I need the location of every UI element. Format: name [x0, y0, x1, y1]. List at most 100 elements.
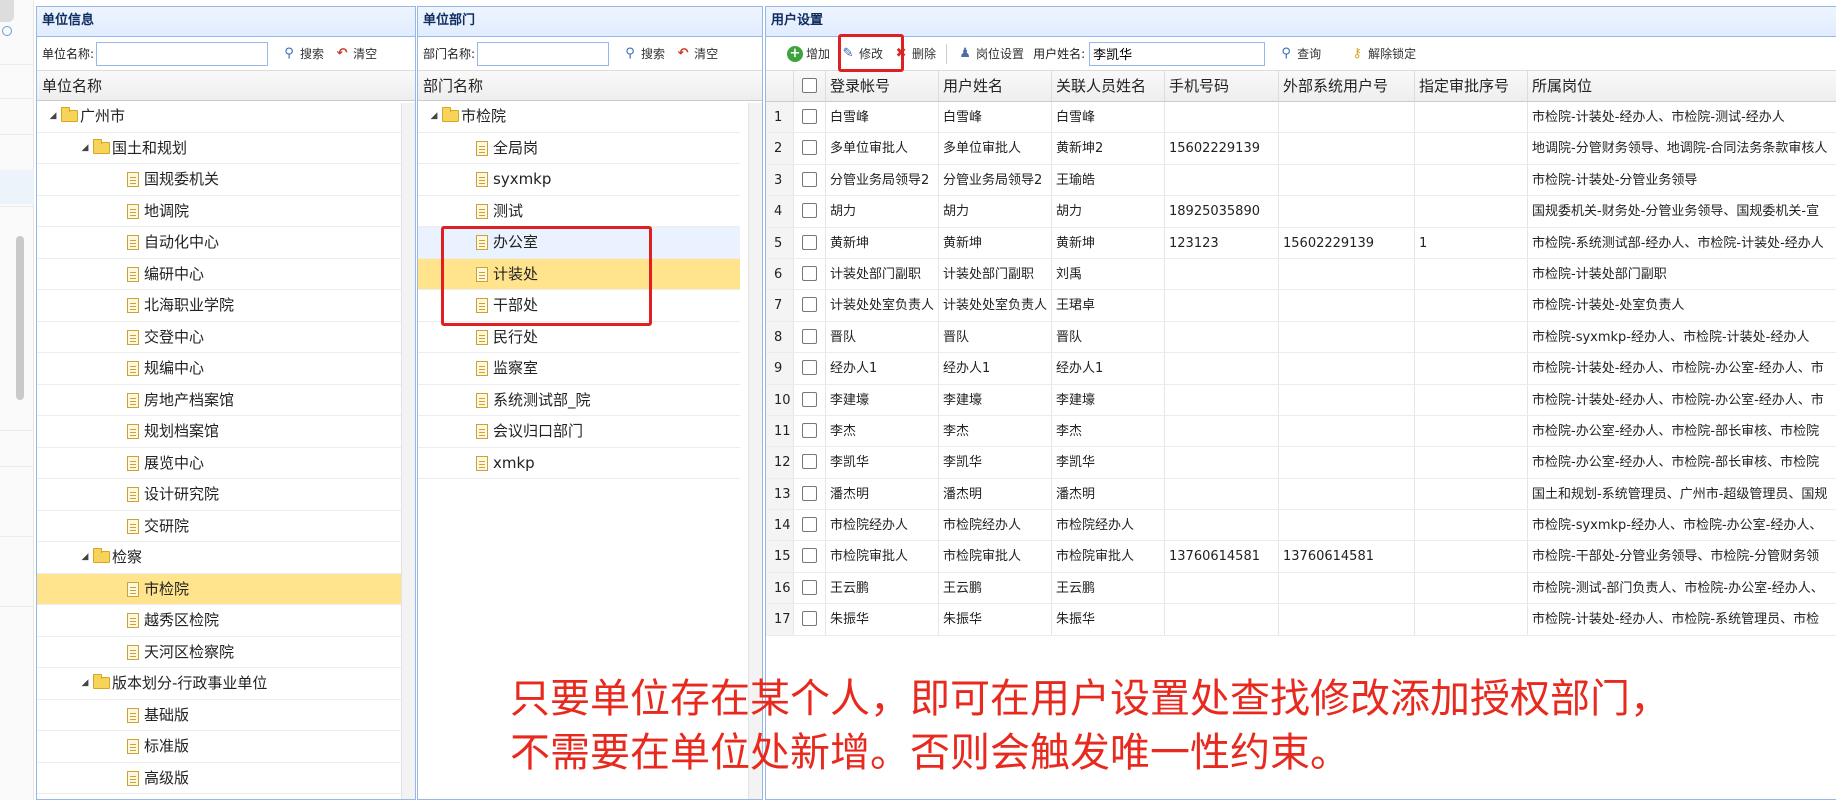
table-row[interactable]: 7 计装处处室负责人 计装处处室负责人 王珺卓 市检院-计装处-处室负责人 — [766, 290, 1836, 322]
tree-leaf-node[interactable]: 监察室 — [418, 353, 740, 385]
tree-leaf-node[interactable]: 高级版 — [37, 763, 403, 794]
tree-leaf-node[interactable]: 交登中心 — [37, 322, 403, 353]
row-checkbox[interactable] — [802, 422, 817, 438]
col-external-id[interactable]: 外部系统用户号 — [1279, 71, 1415, 101]
tree-leaf-node[interactable]: 系统测试部_院 — [418, 385, 740, 416]
unit-search-button[interactable]: ⚲ 搜索 — [276, 40, 329, 68]
tree-folder-node[interactable]: ◢ 市检院 — [418, 101, 740, 133]
tree-folder-node[interactable]: ◢ 版本划分-行政事业单位 — [37, 668, 403, 700]
query-button[interactable]: ⚲ 查询 — [1273, 40, 1326, 68]
row-checkbox[interactable] — [802, 234, 817, 250]
avatar — [0, 0, 14, 22]
tree-leaf-node[interactable]: 编研中心 — [37, 259, 403, 290]
table-row[interactable]: 13 潘杰明 潘杰明 潘杰明 国土和规划-系统管理员、广州市-超级管理员、国规 — [766, 478, 1836, 511]
row-checkbox[interactable] — [802, 140, 817, 156]
table-row[interactable]: 14 市检院经办人 市检院经办人 市检院经办人 市检院-syxmkp-经办人、市检院-办… — [766, 510, 1836, 542]
table-row[interactable]: 6 计装处部门副职 计装处部门副职 刘禹 市检院-计装处部门副职 — [766, 258, 1836, 291]
tree-leaf-node[interactable]: 地调院 — [37, 196, 403, 227]
dept-name-input[interactable] — [477, 41, 610, 66]
tree-leaf-node[interactable]: 干部处 — [418, 290, 740, 322]
row-checkbox[interactable] — [802, 579, 817, 595]
delete-button[interactable]: ✖ 删除 — [888, 40, 941, 68]
col-login[interactable]: 登录帐号 — [826, 71, 939, 101]
tree-leaf-node[interactable]: 展览中心 — [37, 448, 403, 479]
file-icon — [476, 172, 488, 187]
tree-leaf-node[interactable]: 办公室 — [418, 227, 740, 259]
tree-leaf-node[interactable]: 计装处 — [418, 258, 740, 290]
tree-leaf-node[interactable]: 越秀区检院 — [37, 605, 403, 637]
tree-leaf-node[interactable]: 房地产档案馆 — [37, 385, 403, 416]
unit-info-panel: 单位信息 单位名称: ⚲ 搜索 ↶ 清空 单位名称 ◢ 广州市 ◢ 国土和规划 国规委机… — [36, 6, 416, 800]
tree-leaf-node[interactable]: 自动化中心 — [37, 227, 403, 259]
dept-search-button[interactable]: ⚲ 搜索 — [617, 40, 670, 68]
row-checkbox[interactable] — [802, 265, 817, 281]
row-checkbox[interactable] — [802, 109, 817, 124]
tree-leaf-node[interactable]: 基础版 — [37, 700, 403, 731]
tree-leaf-node[interactable]: 测试 — [418, 196, 740, 227]
col-approval-seq[interactable]: 指定审批序号 — [1415, 71, 1528, 101]
unit-name-input[interactable] — [96, 41, 269, 66]
tree-leaf-node[interactable]: xmkp — [418, 448, 740, 479]
row-checkbox[interactable] — [802, 391, 817, 407]
table-row[interactable]: 5 黄新坤 黄新坤 黄新坤 123123 15602229139 1 市检院-系统测试部-经办… — [766, 227, 1836, 259]
row-checkbox[interactable] — [802, 171, 817, 187]
tree-leaf-node[interactable]: 国规委机关 — [37, 164, 403, 196]
row-checkbox[interactable] — [802, 454, 817, 470]
tree-folder-node[interactable]: ◢ 广州市 — [37, 101, 403, 133]
tree-leaf-node[interactable]: 会议归口部门 — [418, 416, 740, 448]
table-row[interactable]: 8 晋队 晋队 晋队 市检院-syxmkp-经办人、市检院-计装处-经办人 — [766, 321, 1836, 354]
col-post[interactable]: 所属岗位 — [1528, 71, 1828, 101]
row-checkbox[interactable] — [802, 548, 817, 564]
unit-clear-button[interactable]: ↶ 清空 — [329, 40, 382, 68]
add-button[interactable]: + 增加 — [782, 40, 835, 68]
tree-leaf-node[interactable]: 标准版 — [37, 731, 403, 763]
table-row[interactable]: 4 胡力 胡力 胡力 18925035890 国规委机关-财务处-分管业务领导、国规委机关… — [766, 196, 1836, 228]
tree-leaf-node[interactable]: syxmkp — [418, 164, 740, 196]
expand-arrow-icon[interactable]: ◢ — [47, 101, 59, 132]
unlock-button[interactable]: ⚷ 解除锁定 — [1344, 40, 1421, 68]
table-row[interactable]: 17 朱振华 朱振华 朱振华 市检院-计装处-经办人、市检院-系统管理员、市检 — [766, 604, 1836, 636]
tree-leaf-node[interactable]: 民行处 — [418, 322, 740, 353]
col-phone[interactable]: 手机号码 — [1165, 71, 1279, 101]
expand-arrow-icon[interactable]: ◢ — [79, 133, 91, 164]
tree-leaf-node[interactable]: 全局岗 — [418, 133, 740, 164]
table-row[interactable]: 16 王云鹏 王云鹏 王云鹏 市检院-测试-部门负责人、市检院-办公室-经办人、 — [766, 572, 1836, 605]
table-row[interactable]: 2 多单位审批人 多单位审批人 黄新坤2 15602229139 地调院-分管财务领导、地… — [766, 133, 1836, 165]
table-row[interactable]: 15 市检院审批人 市检院审批人 市检院审批人 13760614581 137606145… — [766, 541, 1836, 573]
col-related-person[interactable]: 关联人员姓名 — [1052, 71, 1165, 101]
table-row[interactable]: 1 白雪峰 白雪峰 白雪峰 市检院-计装处-经办人、市检院-测试-经办人 — [766, 102, 1836, 134]
table-row[interactable]: 3 分管业务局领导2 分管业务局领导2 王瑜皓 市检院-计装处-分管业务领导 — [766, 164, 1836, 197]
table-row[interactable]: 12 李凯华 李凯华 李凯华 市检院-办公室-经办人、市检院-部长审核、市检院 — [766, 447, 1836, 479]
tree-leaf-node[interactable]: 规编中心 — [37, 353, 403, 385]
table-row[interactable]: 9 经办人1 经办人1 经办人1 市检院-计装处-经办人、市检院-办公室-经办人、市 — [766, 353, 1836, 385]
edit-button[interactable]: ✎ 修改 — [835, 40, 888, 68]
dept-clear-button[interactable]: ↶ 清空 — [670, 40, 723, 68]
expand-arrow-icon[interactable]: ◢ — [79, 668, 91, 699]
tree-folder-node[interactable]: ◢ 检察 — [37, 542, 403, 574]
refresh-icon[interactable] — [2, 26, 12, 36]
tree-leaf-node[interactable]: 设计研究院 — [37, 479, 403, 511]
table-row[interactable]: 11 李杰 李杰 李杰 市检院-办公室-经办人、市检院-部长审核、市检院 — [766, 415, 1836, 448]
row-checkbox[interactable] — [802, 611, 817, 627]
post-settings-button[interactable]: ♟ 岗位设置 — [952, 40, 1029, 68]
expand-arrow-icon[interactable]: ◢ — [428, 101, 440, 132]
table-row[interactable]: 10 李建壕 李建壕 李建壕 市检院-计装处-经办人、市检院-办公室-经办人、市 — [766, 384, 1836, 416]
row-checkbox[interactable] — [802, 517, 817, 533]
tree-leaf-node[interactable]: 规划档案馆 — [37, 416, 403, 448]
select-all-checkbox[interactable] — [802, 78, 817, 93]
row-checkbox[interactable] — [802, 360, 817, 376]
tree-leaf-node[interactable]: 交研院 — [37, 511, 403, 542]
row-checkbox[interactable] — [802, 485, 817, 501]
left-strip-scrollbar[interactable] — [16, 236, 24, 400]
row-checkbox[interactable] — [802, 203, 817, 219]
row-checkbox[interactable] — [802, 297, 817, 313]
row-checkbox[interactable] — [802, 328, 817, 344]
tree-leaf-node[interactable]: 市检院 — [37, 573, 403, 605]
user-name-input[interactable] — [1089, 41, 1266, 66]
tree-folder-node[interactable]: ◢ 国土和规划 — [37, 133, 403, 164]
tree-leaf-node[interactable]: 天河区检察院 — [37, 637, 403, 668]
expand-arrow-icon[interactable]: ◢ — [79, 542, 91, 573]
tree-leaf-node[interactable]: 北海职业学院 — [37, 290, 403, 322]
col-username[interactable]: 用户姓名 — [939, 71, 1052, 101]
unit-tree-scrollbar[interactable] — [401, 103, 415, 799]
